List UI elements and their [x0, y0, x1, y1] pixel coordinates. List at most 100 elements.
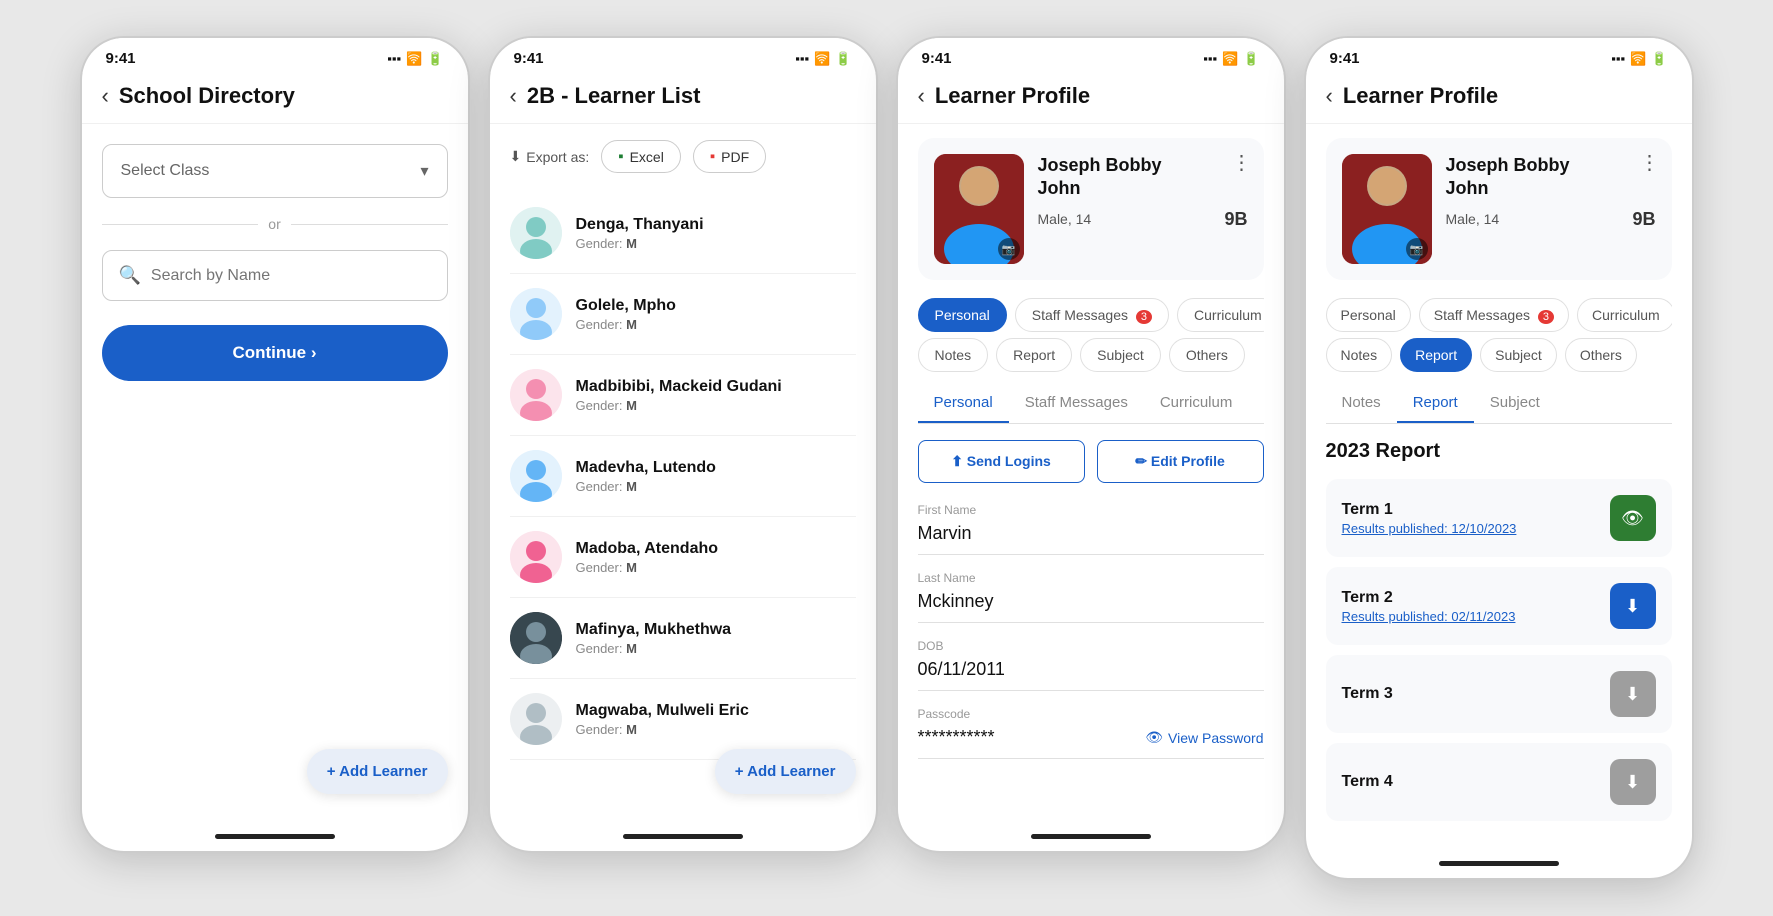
term-info-1: Term 1 Results published: 12/10/2023 [1342, 501, 1517, 536]
list-item[interactable]: Madoba, Atendaho Gender: M [510, 517, 856, 598]
phone-screen-3: 9:41 ▪▪▪ 🛜 🔋 ‹ Learner Profile [896, 36, 1286, 853]
view-password-button[interactable]: 👁 View Password [1145, 729, 1263, 746]
back-button-4[interactable]: ‹ [1326, 83, 1333, 109]
list-item[interactable]: Denga, Thanyani Gender: M [510, 193, 856, 274]
screen3-body: 📷 Joseph Bobby John Male, 14 9B ⋮ Person… [898, 124, 1284, 824]
learner-name: Madoba, Atendaho [576, 540, 719, 558]
tab-ul-4-notes[interactable]: Notes [1326, 384, 1397, 423]
list-item[interactable]: Magwaba, Mulweli Eric Gender: M [510, 679, 856, 760]
screen1-body: Select Class ▾ or 🔍 Continue › + Add Lea… [82, 124, 468, 824]
search-input[interactable] [151, 267, 431, 285]
select-class-dropdown[interactable]: Select Class ▾ [102, 144, 448, 198]
tab-pill-subject[interactable]: Subject [1080, 338, 1161, 372]
signal-icon-4: ▪▪▪ [1611, 51, 1625, 66]
avatar [510, 693, 562, 745]
header-3: ‹ Learner Profile [898, 73, 1284, 124]
back-button-3[interactable]: ‹ [918, 83, 925, 109]
term-info-4: Term 4 [1342, 773, 1393, 791]
tab-pill-report[interactable]: Report [996, 338, 1072, 372]
export-pdf-button[interactable]: ▪ PDF [693, 140, 766, 173]
learner-gender: Gender: M [576, 317, 676, 332]
pdf-icon: ▪ [710, 148, 715, 165]
avatar [510, 369, 562, 421]
tab-ul-staff-messages[interactable]: Staff Messages [1009, 384, 1144, 423]
term-button-4[interactable]: ⬇ [1610, 759, 1656, 805]
learner-info: Denga, Thanyani Gender: M [576, 216, 704, 251]
status-icons-1: ▪▪▪ 🛜 🔋 [387, 51, 443, 67]
last-name-field: Last Name Mckinney [918, 571, 1264, 623]
tab-pill-personal[interactable]: Personal [918, 298, 1007, 332]
add-learner-button-1[interactable]: + Add Learner [307, 749, 448, 794]
list-item[interactable]: Madbibibi, Mackeid Gudani Gender: M [510, 355, 856, 436]
edit-profile-button[interactable]: ✏ Edit Profile [1097, 440, 1264, 483]
tab-pill-4-personal[interactable]: Personal [1326, 298, 1411, 332]
term-button-3[interactable]: ⬇ [1610, 671, 1656, 717]
term-row-1: Term 1 Results published: 12/10/2023 👁 [1326, 479, 1672, 557]
term-button-1[interactable]: 👁 [1610, 495, 1656, 541]
send-logins-button[interactable]: ⬆ Send Logins [918, 440, 1085, 483]
status-time-4: 9:41 [1330, 50, 1360, 67]
download-icon: ⬇ [510, 148, 522, 165]
student-name-4: Joseph Bobby John [1446, 154, 1656, 201]
eye-icon: 👁 [1145, 729, 1163, 746]
action-buttons: ⬆ Send Logins ✏ Edit Profile [918, 440, 1264, 483]
profile-card: 📷 Joseph Bobby John Male, 14 9B ⋮ [918, 138, 1264, 280]
list-item[interactable]: Golele, Mpho Gender: M [510, 274, 856, 355]
tab-ul-curriculum[interactable]: Curriculum [1144, 384, 1249, 423]
home-indicator-3 [1031, 834, 1151, 839]
camera-icon[interactable]: 📷 [998, 238, 1020, 260]
camera-icon-4[interactable]: 📷 [1406, 238, 1428, 260]
tab-ul-personal[interactable]: Personal [918, 384, 1009, 423]
phone-screen-1: 9:41 ▪▪▪ 🛜 🔋 ‹ School Directory Select C… [80, 36, 470, 853]
term-published-2[interactable]: Results published: 02/11/2023 [1342, 609, 1516, 624]
learner-info: Golele, Mpho Gender: M [576, 297, 676, 332]
tab-pill-staff-messages[interactable]: Staff Messages 3 [1015, 298, 1169, 332]
status-time-2: 9:41 [514, 50, 544, 67]
status-icons-3: ▪▪▪ 🛜 🔋 [1203, 51, 1259, 67]
learner-name: Madevha, Lutendo [576, 459, 716, 477]
battery-icon: 🔋 [427, 51, 443, 67]
list-item[interactable]: Madevha, Lutendo Gender: M [510, 436, 856, 517]
tab-pill-4-report[interactable]: Report [1400, 338, 1472, 372]
learner-gender: Gender: M [576, 722, 749, 737]
learner-info: Mafinya, Mukhethwa Gender: M [576, 621, 732, 656]
profile-photo: 📷 [934, 154, 1024, 264]
export-excel-button[interactable]: ▪ Excel [601, 140, 681, 173]
more-options-icon[interactable]: ⋮ [1232, 150, 1252, 175]
signal-icon: ▪▪▪ [387, 51, 401, 66]
tab-pill-4-subject[interactable]: Subject [1480, 338, 1557, 372]
tab-pill-notes[interactable]: Notes [918, 338, 989, 372]
tab-pill-4-notes[interactable]: Notes [1326, 338, 1393, 372]
back-button-2[interactable]: ‹ [510, 83, 517, 109]
tab-pill-4-others[interactable]: Others [1565, 338, 1637, 372]
tab-ul-4-subject[interactable]: Subject [1474, 384, 1556, 423]
add-learner-button-2[interactable]: + Add Learner [715, 749, 856, 794]
screens-container: 9:41 ▪▪▪ 🛜 🔋 ‹ School Directory Select C… [80, 36, 1694, 880]
term-published-1[interactable]: Results published: 12/10/2023 [1342, 521, 1517, 536]
list-item[interactable]: Mafinya, Mukhethwa Gender: M [510, 598, 856, 679]
learner-gender: Gender: M [576, 641, 732, 656]
divider-or: or [102, 216, 448, 232]
signal-icon-2: ▪▪▪ [795, 51, 809, 66]
continue-button[interactable]: Continue › [102, 325, 448, 381]
tab-pill-4-staff-messages[interactable]: Staff Messages 3 [1419, 298, 1569, 332]
more-options-icon-4[interactable]: ⋮ [1640, 150, 1660, 175]
search-box[interactable]: 🔍 [102, 250, 448, 301]
back-button-1[interactable]: ‹ [102, 83, 109, 109]
tab-pill-4-curriculum[interactable]: Curriculum [1577, 298, 1671, 332]
term-button-2[interactable]: ⬇ [1610, 583, 1656, 629]
learner-name: Mafinya, Mukhethwa [576, 621, 732, 639]
tabs-pills-4-row2: Notes Report Subject Others [1326, 338, 1672, 372]
tab-ul-4-report[interactable]: Report [1397, 384, 1474, 423]
tab-pill-curriculum[interactable]: Curriculum [1177, 298, 1263, 332]
term-row-2: Term 2 Results published: 02/11/2023 ⬇ [1326, 567, 1672, 645]
tab-pill-others[interactable]: Others [1169, 338, 1245, 372]
phone-screen-2: 9:41 ▪▪▪ 🛜 🔋 ‹ 2B - Learner List ⬇ Expor… [488, 36, 878, 853]
learner-name: Magwaba, Mulweli Eric [576, 702, 749, 720]
dob-label: DOB [918, 639, 1264, 653]
export-label: ⬇ Export as: [510, 148, 590, 165]
avatar [510, 612, 562, 664]
student-gender-age-4: Male, 14 [1446, 211, 1500, 227]
status-time-1: 9:41 [106, 50, 136, 67]
wifi-icon-3: 🛜 [1222, 51, 1238, 67]
